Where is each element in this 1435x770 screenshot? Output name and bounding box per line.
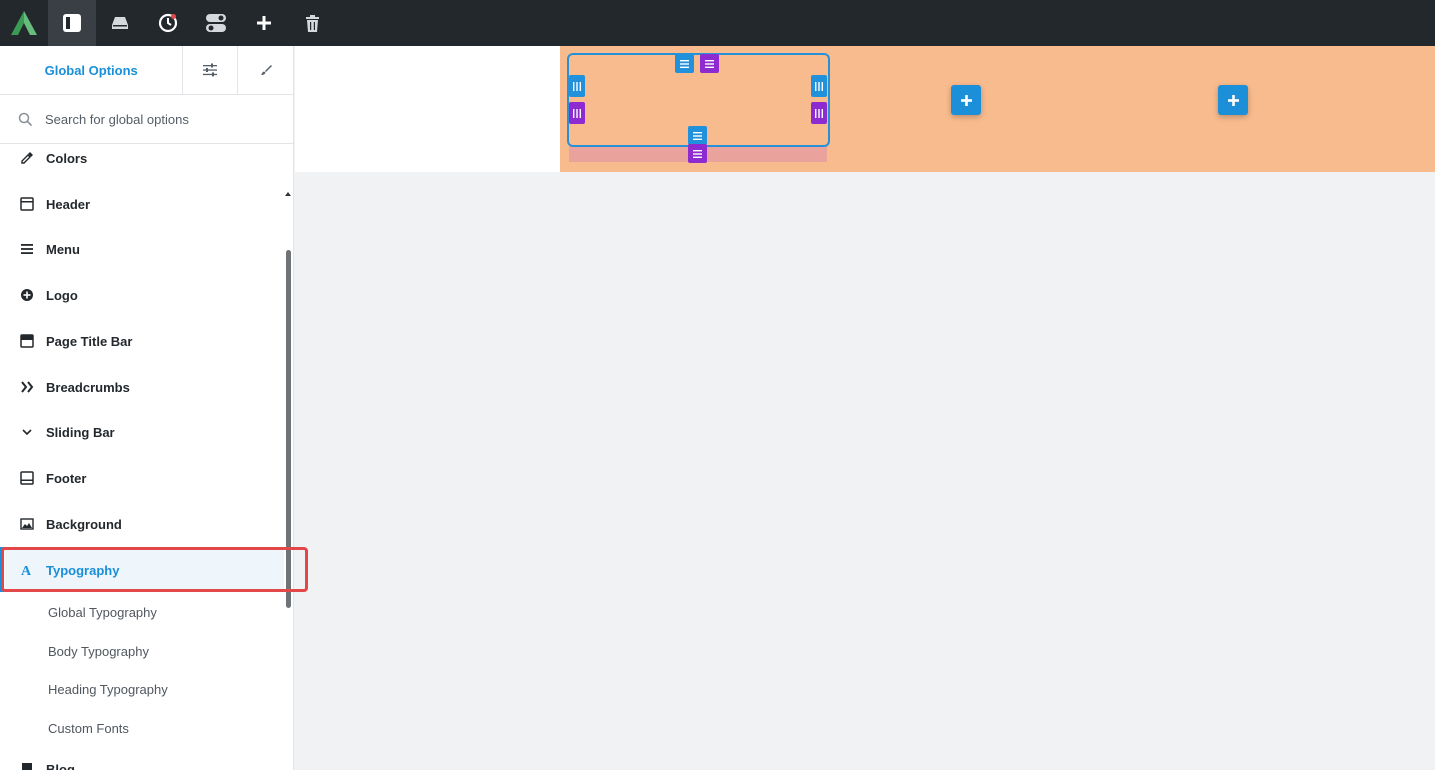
menu-item-header[interactable]: Header bbox=[0, 184, 284, 224]
submenu-body-typography[interactable]: Body Typography bbox=[48, 644, 149, 659]
footer-layout-icon bbox=[20, 471, 34, 485]
lines-icon bbox=[705, 59, 714, 68]
delete-button[interactable] bbox=[288, 0, 336, 46]
submenu-global-typography[interactable]: Global Typography bbox=[48, 605, 157, 620]
double-chevron-icon bbox=[20, 380, 34, 394]
add-button[interactable] bbox=[240, 0, 288, 46]
column-left-handle[interactable] bbox=[569, 75, 585, 97]
top-toolbar bbox=[0, 0, 1435, 46]
title-bar-icon bbox=[20, 334, 34, 348]
svg-text:A: A bbox=[21, 564, 32, 577]
hamburger-icon bbox=[20, 242, 34, 256]
menu-item-menu[interactable]: Menu bbox=[0, 229, 284, 269]
add-element-button[interactable] bbox=[951, 85, 981, 115]
submenu-heading-typography[interactable]: Heading Typography bbox=[48, 682, 168, 697]
scrollbar-thumb[interactable] bbox=[286, 250, 291, 608]
plus-icon bbox=[257, 16, 271, 30]
columns-icon bbox=[573, 81, 581, 91]
typography-icon: A bbox=[20, 563, 34, 577]
search-icon bbox=[18, 112, 33, 126]
drive-icon bbox=[112, 17, 128, 29]
menu-item-label: Menu bbox=[46, 241, 80, 257]
trash-icon bbox=[305, 14, 319, 32]
sidebar-panel-button[interactable] bbox=[48, 0, 96, 46]
menu-item-breadcrumbs[interactable]: Breadcrumbs bbox=[0, 367, 284, 407]
history-clock-icon bbox=[158, 13, 178, 33]
scroll-up-arrow[interactable] bbox=[285, 192, 291, 196]
sidebar-panel-icon bbox=[63, 14, 81, 32]
plus-icon bbox=[1227, 94, 1239, 106]
columns-icon bbox=[815, 108, 823, 118]
add-element-button[interactable] bbox=[1218, 85, 1248, 115]
paint-brush-icon bbox=[260, 65, 272, 75]
menu-item-label: Header bbox=[46, 196, 91, 212]
menu-item-label: Logo bbox=[46, 287, 78, 303]
image-icon bbox=[20, 517, 34, 531]
sidebar-tabs: Global Options bbox=[0, 46, 293, 95]
menu-item-label: Blog bbox=[46, 762, 75, 770]
search-input[interactable] bbox=[45, 111, 265, 127]
search-bar bbox=[0, 95, 293, 144]
container-left-handle[interactable] bbox=[569, 102, 585, 124]
column-bottom-handle[interactable] bbox=[688, 126, 707, 145]
tab-page-options[interactable] bbox=[183, 46, 239, 94]
tab-global-options[interactable]: Global Options bbox=[0, 46, 184, 94]
menu-item-label: Sliding Bar bbox=[46, 424, 115, 440]
lines-icon bbox=[693, 131, 702, 140]
toggles-button[interactable] bbox=[192, 0, 240, 46]
plus-icon bbox=[960, 94, 972, 106]
container-top-handle[interactable] bbox=[700, 54, 719, 73]
header-layout-icon bbox=[20, 197, 34, 211]
columns-icon bbox=[815, 81, 823, 91]
canvas-left-column[interactable] bbox=[295, 46, 560, 172]
lines-icon bbox=[680, 59, 689, 68]
blog-icon bbox=[20, 762, 34, 770]
container-bottom-handle[interactable] bbox=[688, 144, 707, 163]
avada-logo-icon[interactable] bbox=[0, 0, 48, 46]
menu-item-label: Page Title Bar bbox=[46, 333, 133, 349]
menu-item-label: Footer bbox=[46, 470, 87, 486]
chevron-down-icon bbox=[20, 425, 34, 439]
menu-item-sliding-bar[interactable]: Sliding Bar bbox=[0, 412, 284, 452]
menu-item-typography[interactable]: A Typography bbox=[5, 550, 284, 590]
menu-item-footer[interactable]: Footer bbox=[0, 458, 284, 498]
column-top-handle[interactable] bbox=[675, 54, 694, 73]
container-right-handle[interactable] bbox=[811, 102, 827, 124]
menu-item-label: Background bbox=[46, 516, 122, 532]
plus-circle-icon bbox=[20, 288, 34, 302]
menu-item-background[interactable]: Background bbox=[0, 504, 284, 544]
menu-item-blog[interactable]: Blog bbox=[0, 750, 284, 770]
menu-item-label: Colors bbox=[46, 150, 88, 166]
eyedropper-icon bbox=[20, 151, 34, 165]
column-right-handle[interactable] bbox=[811, 75, 827, 97]
menu-item-label: Breadcrumbs bbox=[46, 379, 130, 395]
history-button[interactable] bbox=[144, 0, 192, 46]
menu-item-colors[interactable]: Colors bbox=[0, 138, 284, 178]
active-indicator bbox=[0, 547, 4, 592]
menu-item-logo[interactable]: Logo bbox=[0, 275, 284, 315]
submenu-custom-fonts[interactable]: Custom Fonts bbox=[48, 721, 129, 736]
sliders-icon bbox=[203, 63, 218, 77]
drive-button[interactable] bbox=[96, 0, 144, 46]
menu-item-label: Typography bbox=[46, 562, 120, 578]
lines-icon bbox=[693, 149, 702, 158]
columns-icon bbox=[573, 108, 581, 118]
toggles-icon bbox=[206, 14, 226, 32]
menu-item-page-title-bar[interactable]: Page Title Bar bbox=[0, 321, 284, 361]
tab-design-options[interactable] bbox=[238, 46, 293, 94]
